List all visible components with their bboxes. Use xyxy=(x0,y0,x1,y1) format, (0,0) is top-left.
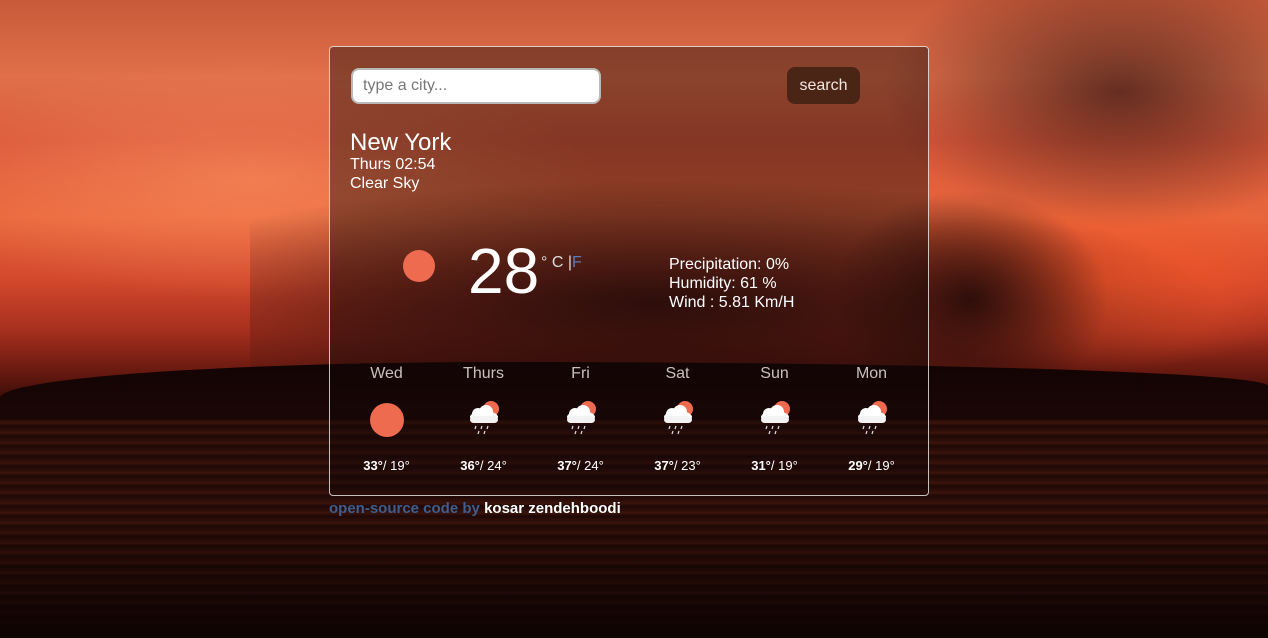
source-code-link[interactable]: open-source code xyxy=(329,500,458,517)
humidity: Humidity: 61 % xyxy=(669,275,777,292)
forecast-max-temp: 29° xyxy=(848,458,868,473)
forecast-day: Mon 29°/ 19° xyxy=(823,365,920,473)
precipitation: Precipitation: 0% xyxy=(669,256,790,273)
forecast-max-temp: 37° xyxy=(557,458,577,473)
forecast-day: Wed 33°/ 19° xyxy=(338,365,435,473)
forecast-day-name: Thurs xyxy=(463,365,504,382)
forecast-min-temp: / 19° xyxy=(382,458,410,473)
forecast-day: Sat 37°/ 23° xyxy=(629,365,726,473)
forecast-day: Thurs 36°/ 24° xyxy=(435,365,532,473)
forecast-day-name: Sun xyxy=(760,365,789,382)
forecast-max-temp: 33° xyxy=(363,458,383,473)
forecast-day: Sun 31°/ 19° xyxy=(726,365,823,473)
forecast-temp: 37°/ 23° xyxy=(629,458,726,473)
forecast-min-temp: / 23° xyxy=(673,458,701,473)
rain-icon xyxy=(852,400,892,441)
search-button[interactable]: search xyxy=(787,67,860,104)
forecast-temp: 31°/ 19° xyxy=(726,458,823,473)
forecast-day: Fri 37°/ 24° xyxy=(532,365,629,473)
forecast-temp: 29°/ 19° xyxy=(823,458,920,473)
forecast-temp: 37°/ 24° xyxy=(532,458,629,473)
forecast-day-name: Mon xyxy=(855,365,888,382)
author-name: kosar zendehboodi xyxy=(484,500,621,517)
forecast-max-temp: 36° xyxy=(460,458,480,473)
footer: open-source code by kosar zendehboodi xyxy=(329,500,621,517)
clear-sky-icon xyxy=(403,250,435,282)
forecast-min-temp: / 24° xyxy=(479,458,507,473)
weather-description: Clear Sky xyxy=(350,175,420,192)
rain-icon xyxy=(561,400,601,441)
rain-icon xyxy=(755,400,795,441)
weather-card: search New York Thurs 02:54 Clear Sky 28… xyxy=(329,46,929,496)
city-search-input[interactable] xyxy=(351,68,601,104)
forecast-min-temp: / 19° xyxy=(770,458,798,473)
forecast-max-temp: 31° xyxy=(751,458,771,473)
weather-details: Precipitation: 0% Humidity: 61 % Wind : … xyxy=(669,255,794,312)
forecast-max-temp: 37° xyxy=(654,458,674,473)
forecast-min-temp: / 19° xyxy=(867,458,895,473)
fahrenheit-link[interactable]: F xyxy=(572,254,582,271)
city-name: New York xyxy=(350,129,452,156)
forecast-min-temp: / 24° xyxy=(576,458,604,473)
unit-toggle: ° C |F xyxy=(541,254,582,272)
forecast-temp: 36°/ 24° xyxy=(435,458,532,473)
rain-icon xyxy=(658,400,698,441)
forecast-temp: 33°/ 19° xyxy=(338,458,435,473)
forecast-day-name: Wed xyxy=(370,365,403,382)
footer-by: by xyxy=(462,500,480,517)
wind-speed: Wind : 5.81 Km/H xyxy=(669,294,795,311)
current-temperature: 28 xyxy=(468,235,540,307)
clear-sky-icon xyxy=(369,403,404,437)
rain-icon xyxy=(464,400,504,441)
celsius-link[interactable]: ° C xyxy=(541,254,563,271)
forecast-day-name: Sat xyxy=(665,365,690,382)
current-datetime: Thurs 02:54 xyxy=(350,156,436,173)
forecast-day-name: Fri xyxy=(571,365,590,382)
forecast-list: Wed 33°/ 19° Thurs 36°/ 24° Fri 37°/ 24°… xyxy=(338,365,922,473)
